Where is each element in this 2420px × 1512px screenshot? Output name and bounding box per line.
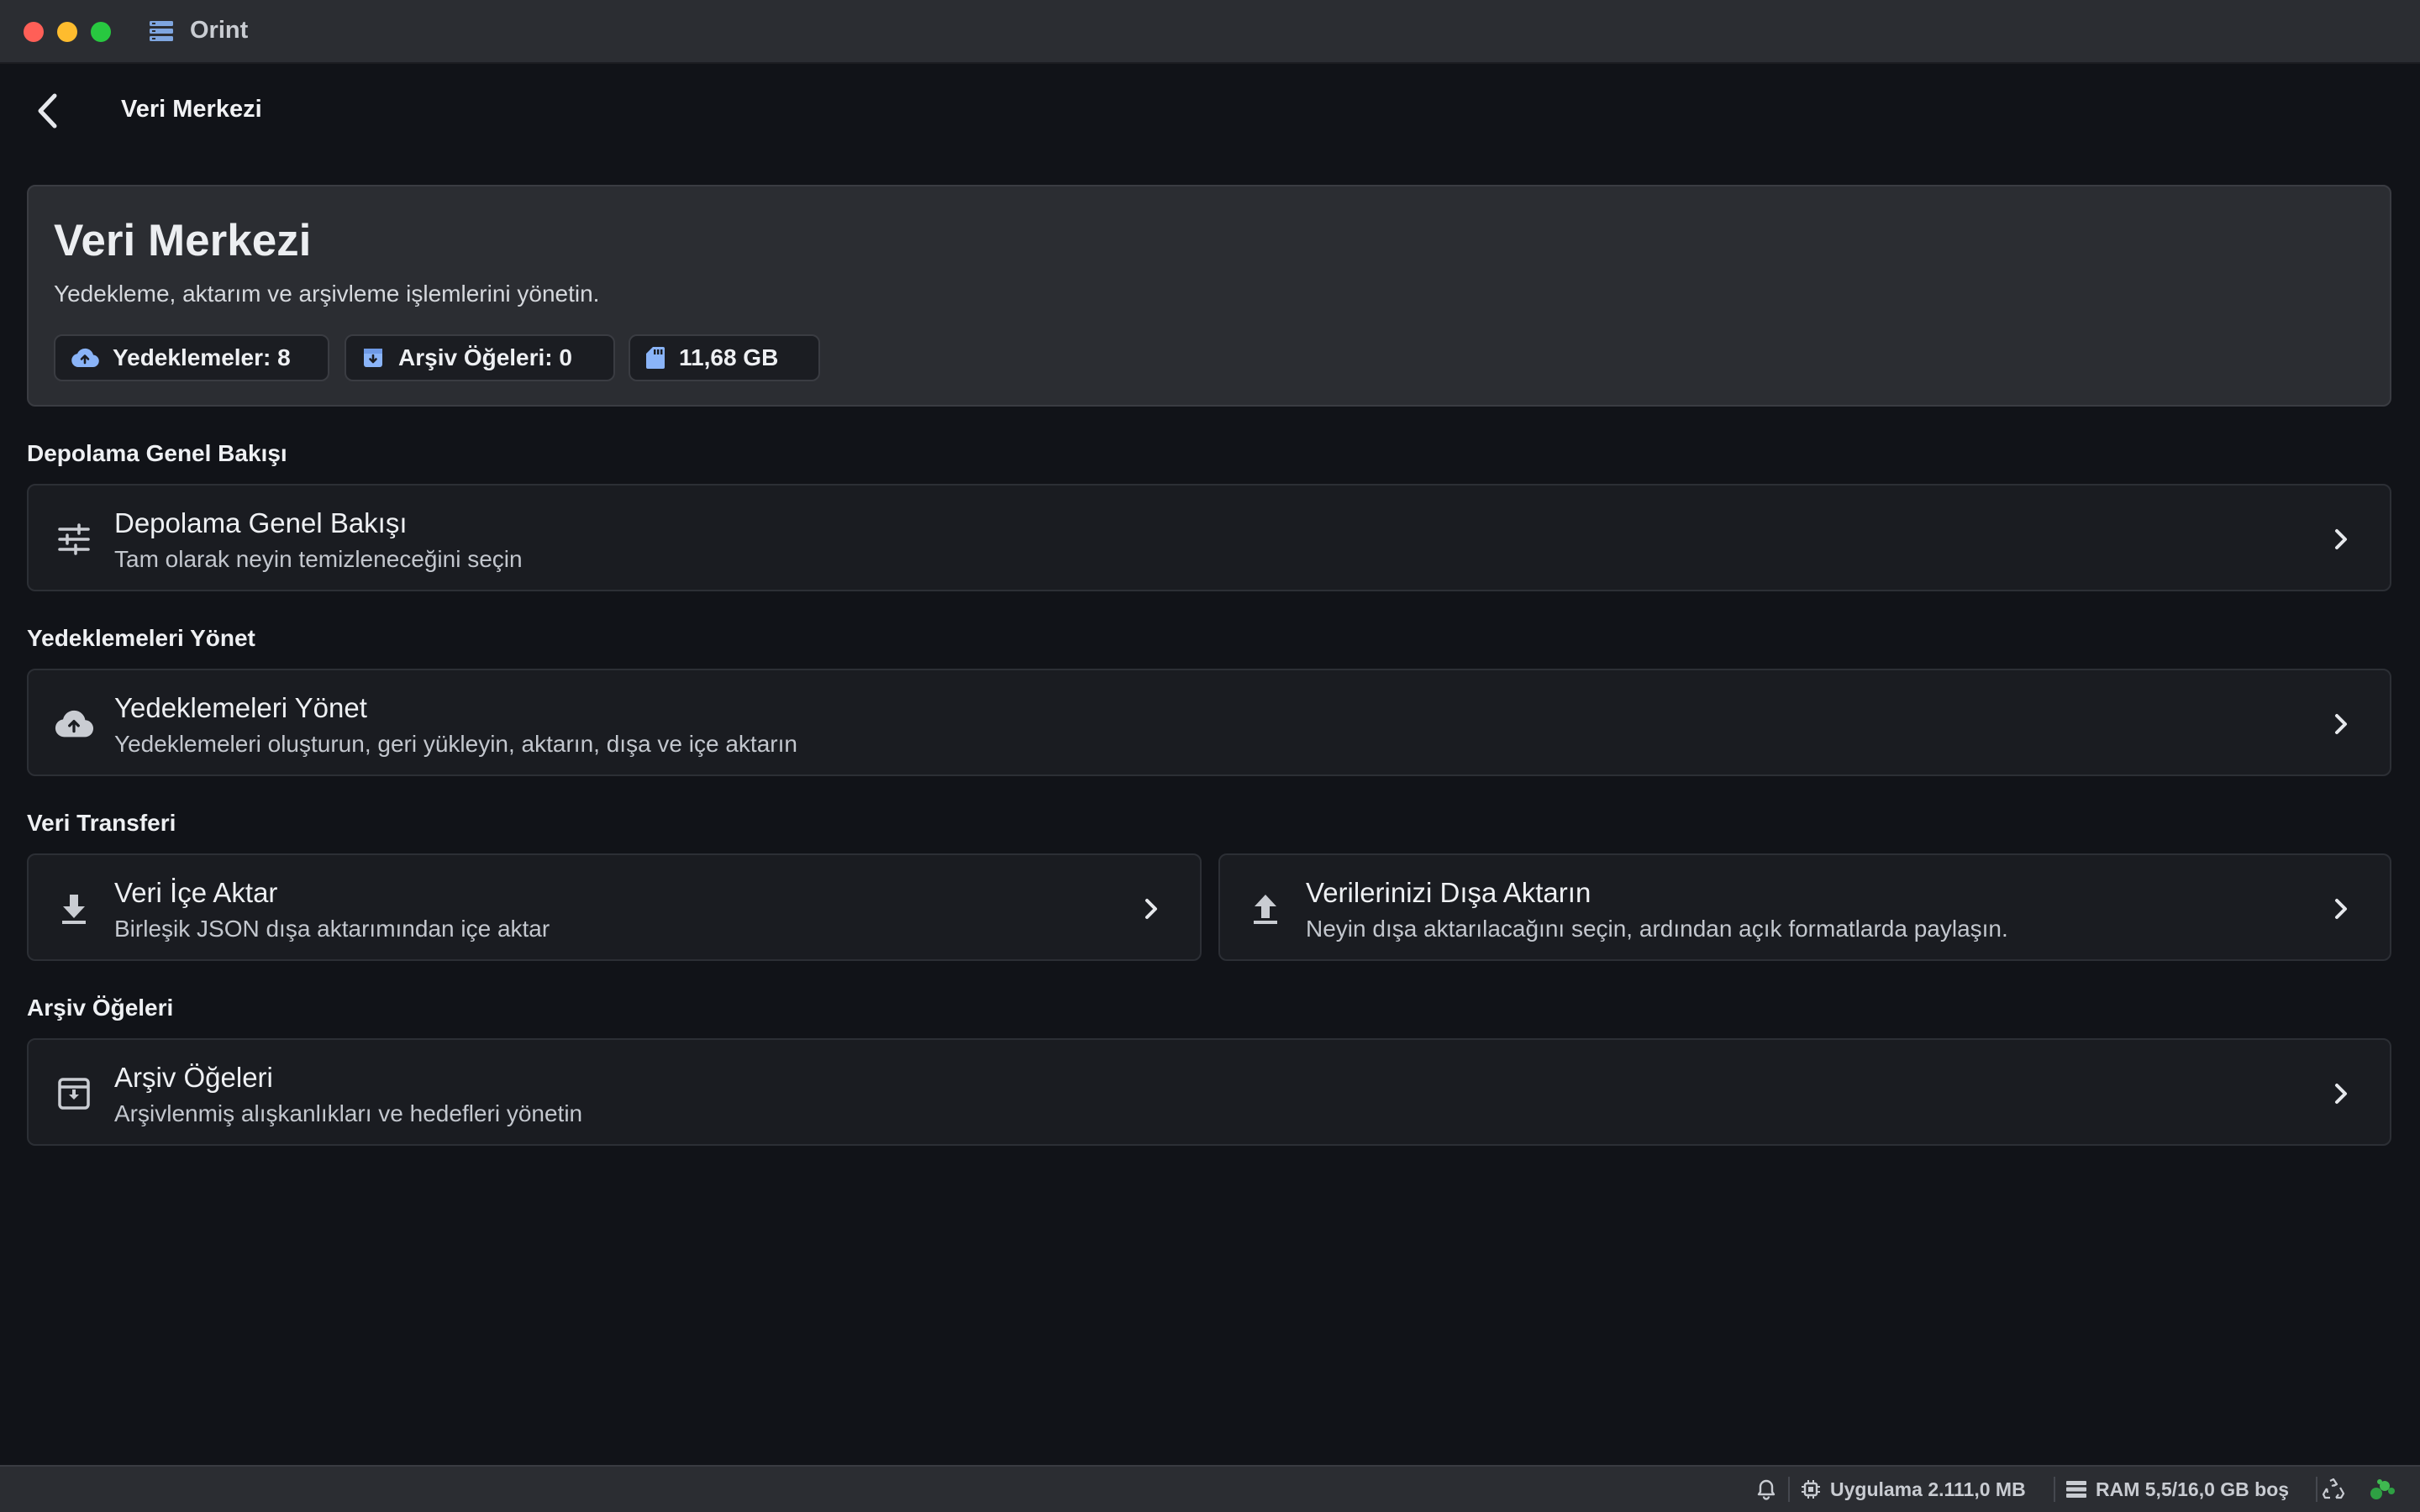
status-separator: [2316, 1477, 2317, 1502]
bell-icon: [1757, 1479, 1776, 1500]
ram-indicator: RAM 5,5/16,0 GB boş: [2065, 1467, 2289, 1512]
section-label-backups: Yedeklemeleri Yönet: [27, 625, 255, 651]
notifications-button[interactable]: [1756, 1467, 1776, 1512]
archive-box-icon: [54, 1074, 94, 1114]
export-data-title: Verilerinizi Dışa Aktarın: [1306, 877, 1591, 908]
sync-status-icon: [2370, 1479, 2395, 1499]
recycle-icon: [2322, 1478, 2345, 1499]
tune-icon: [54, 519, 94, 559]
status-separator: [1788, 1477, 1790, 1502]
storage-size-label: 11,68 GB: [679, 344, 779, 370]
storage-overview-title: Depolama Genel Bakışı: [114, 507, 408, 538]
chevron-right-icon: [2326, 1077, 2356, 1110]
backups-count-label: Yedeklemeler: 8: [113, 344, 291, 370]
sync-status-button[interactable]: [2368, 1467, 2396, 1512]
export-data-subtitle: Neyin dışa aktarılacağını seçin, ardında…: [1306, 916, 2008, 942]
download-icon: [54, 889, 94, 929]
page-title: Veri Merkezi: [121, 96, 262, 123]
manage-backups-subtitle: Yedeklemeleri oluşturun, geri yükleyin, …: [114, 731, 797, 757]
archive-count-chip: Arşiv Öğeleri: 0: [345, 334, 615, 381]
chevron-right-icon: [2326, 522, 2356, 556]
chevron-right-icon: [2326, 707, 2356, 741]
upload-icon: [1245, 889, 1286, 929]
section-label-storage: Depolama Genel Bakışı: [27, 440, 287, 466]
minimize-window-button[interactable]: [57, 22, 77, 42]
cloud-upload-icon: [71, 348, 99, 368]
back-button[interactable]: [27, 87, 67, 134]
server-icon: [2066, 1481, 2086, 1498]
app-list-icon: [150, 21, 173, 41]
archive-icon: [364, 349, 382, 367]
manage-backups-title: Yedeklemeleri Yönet: [114, 692, 367, 723]
status-bar: Uygulama 2.111,0 MB RAM 5,5/16,0 GB boş: [0, 1465, 2420, 1512]
storage-overview-subtitle: Tam olarak neyin temizleneceğini seçin: [114, 546, 523, 572]
storage-size-chip: 11,68 GB: [629, 334, 820, 381]
title-bar: Orint: [0, 0, 2420, 64]
cloud-upload-icon: [54, 704, 94, 744]
status-separator: [2054, 1477, 2055, 1502]
maximize-window-button[interactable]: [91, 22, 111, 42]
section-label-archive: Arşiv Öğeleri: [27, 995, 174, 1021]
archive-items-card[interactable]: Arşiv Öğeleri Arşivlenmiş alışkanlıkları…: [27, 1038, 2391, 1146]
app-title: Orint: [190, 17, 249, 44]
section-label-transfer: Veri Transferi: [27, 810, 176, 836]
archive-count-label: Arşiv Öğeleri: 0: [398, 344, 572, 370]
app-memory-indicator: Uygulama 2.111,0 MB: [1800, 1467, 2026, 1512]
ram-label: RAM 5,5/16,0 GB boş: [2096, 1478, 2290, 1500]
chevron-left-icon: [38, 93, 57, 129]
import-data-card[interactable]: Veri İçe Aktar Birleşik JSON dışa aktarı…: [27, 853, 1202, 961]
overview-card: Veri Merkezi Yedekleme, aktarım ve arşiv…: [27, 185, 2391, 407]
import-data-subtitle: Birleşik JSON dışa aktarımından içe akta…: [114, 916, 550, 942]
chevron-right-icon: [2326, 892, 2356, 926]
archive-items-title: Arşiv Öğeleri: [114, 1062, 273, 1093]
backups-count-chip: Yedeklemeler: 8: [54, 334, 329, 381]
chip-icon: [1802, 1480, 1820, 1499]
recycle-button[interactable]: [2321, 1467, 2346, 1512]
overview-title: Veri Merkezi: [54, 216, 312, 265]
app-memory-label: Uygulama 2.111,0 MB: [1830, 1478, 2026, 1500]
overview-subtitle: Yedekleme, aktarım ve arşivleme işlemler…: [54, 281, 600, 307]
import-data-title: Veri İçe Aktar: [114, 877, 278, 908]
storage-overview-card[interactable]: Depolama Genel Bakışı Tam olarak neyin t…: [27, 484, 2391, 591]
sd-card-icon: [646, 347, 665, 369]
archive-items-subtitle: Arşivlenmiş alışkanlıkları ve hedefleri …: [114, 1100, 583, 1126]
chevron-right-icon: [1136, 892, 1166, 926]
close-window-button[interactable]: [24, 22, 44, 42]
export-data-card[interactable]: Verilerinizi Dışa Aktarın Neyin dışa akt…: [1218, 853, 2391, 961]
manage-backups-card[interactable]: Yedeklemeleri Yönet Yedeklemeleri oluştu…: [27, 669, 2391, 776]
